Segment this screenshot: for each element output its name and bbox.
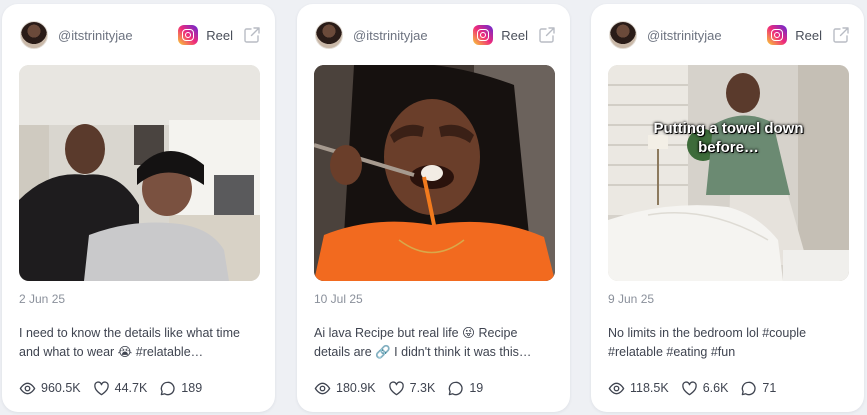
thumbnail-image: [608, 65, 849, 281]
avatar[interactable]: [609, 21, 637, 49]
comment-icon: [742, 381, 757, 395]
comments-count: 71: [762, 381, 777, 395]
card-header: @itstrinityjae Reel: [609, 20, 850, 50]
thumbnail-image: [314, 65, 555, 281]
instagram-icon: [473, 25, 494, 45]
likes-count: 7.3K: [409, 381, 436, 395]
comments-count: 19: [469, 381, 484, 395]
username[interactable]: @itstrinityjae: [353, 28, 473, 43]
post-card[interactable]: @itstrinityjae Reel Putting a towel down…: [591, 4, 864, 412]
thumbnail-image: [19, 65, 260, 281]
heart-icon: [388, 380, 404, 395]
post-caption: No limits in the bedroom lol #couple #re…: [608, 326, 807, 359]
views-count: 180.9K: [336, 381, 376, 395]
external-link-icon[interactable]: [243, 26, 261, 44]
instagram-icon: [767, 25, 788, 45]
external-link-icon[interactable]: [832, 26, 850, 44]
comments-stat: 189: [159, 380, 202, 397]
post-type-label: Reel: [206, 27, 233, 43]
views-stat: 118.5K: [608, 380, 669, 397]
comments-count: 189: [181, 381, 203, 395]
post-thumbnail[interactable]: [19, 65, 260, 281]
views-count: 118.5K: [630, 381, 669, 395]
comment-icon: [160, 381, 175, 395]
post-thumbnail[interactable]: Putting a towel down before…: [608, 65, 849, 281]
comments-stat: 19: [447, 380, 483, 397]
likes-count: 6.6K: [702, 381, 729, 395]
post-stats: 960.5K 44.7K 189: [19, 379, 214, 397]
external-link-icon[interactable]: [538, 26, 556, 44]
likes-stat: 6.6K: [681, 380, 729, 397]
heart-icon: [93, 380, 109, 395]
post-card[interactable]: @itstrinityjae Reel 10 Jul 25 Ai lava Re…: [297, 4, 570, 412]
likes-count: 44.7K: [114, 381, 148, 395]
views-stat: 960.5K: [19, 380, 81, 397]
likes-stat: 7.3K: [388, 380, 436, 397]
post-type-label: Reel: [795, 27, 822, 43]
post-date: 9 Jun 25: [608, 292, 655, 306]
card-header: @itstrinityjae Reel: [20, 20, 261, 50]
post-date: 10 Jul 25: [314, 292, 363, 306]
post-thumbnail[interactable]: [314, 65, 555, 281]
eye-icon: [314, 382, 331, 394]
views-count: 960.5K: [41, 381, 81, 395]
post-card[interactable]: @itstrinityjae Reel 2 Jun 25 I need to k…: [2, 4, 275, 412]
eye-icon: [19, 382, 36, 394]
avatar[interactable]: [315, 21, 343, 49]
username[interactable]: @itstrinityjae: [647, 28, 767, 43]
likes-stat: 44.7K: [93, 380, 148, 397]
post-type-label: Reel: [501, 27, 528, 43]
comments-stat: 71: [740, 380, 776, 397]
post-caption: Ai lava Recipe but real life 😜 Recipe de…: [314, 326, 532, 359]
post-stats: 180.9K 7.3K 19: [314, 379, 495, 397]
post-date: 2 Jun 25: [19, 292, 66, 306]
thumbnail-overlay-text: Putting a towel down before…: [653, 120, 804, 156]
avatar[interactable]: [20, 21, 48, 49]
eye-icon: [608, 382, 625, 394]
card-header: @itstrinityjae Reel: [315, 20, 556, 50]
instagram-icon: [178, 25, 199, 45]
comment-icon: [449, 381, 463, 395]
username[interactable]: @itstrinityjae: [58, 28, 178, 43]
heart-icon: [681, 380, 697, 395]
post-stats: 118.5K 6.6K 71: [608, 379, 788, 397]
views-stat: 180.9K: [314, 380, 376, 397]
post-caption: I need to know the details like what tim…: [19, 326, 240, 359]
